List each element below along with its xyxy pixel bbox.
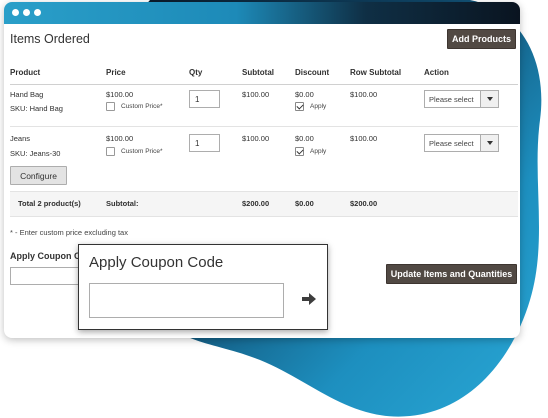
- totals-subtotal-value: $200.00: [242, 199, 270, 208]
- col-header-qty: Qty: [189, 68, 203, 77]
- qty-input[interactable]: 1: [189, 134, 220, 152]
- add-products-button[interactable]: Add Products: [447, 29, 516, 49]
- coupon-input-background[interactable]: [10, 267, 80, 285]
- subtotal-value: $100.00: [242, 90, 270, 99]
- chevron-down-icon: [480, 135, 498, 151]
- col-header-discount: Discount: [295, 68, 330, 77]
- subtotal-value: $100.00: [242, 134, 270, 143]
- page-title: Items Ordered: [10, 32, 90, 46]
- arrow-right-icon[interactable]: [301, 291, 317, 307]
- custom-price-label: Custom Price*: [121, 148, 163, 155]
- price-value: $100.00: [106, 134, 134, 143]
- product-name: Hand Bag: [10, 90, 44, 99]
- apply-discount-checkbox[interactable]: [295, 102, 304, 111]
- configure-button[interactable]: Configure: [10, 166, 67, 185]
- coupon-title: Apply Coupon Code: [89, 254, 224, 271]
- discount-value: $0.00: [295, 90, 314, 99]
- action-select[interactable]: Please select: [424, 90, 499, 108]
- col-header-product: Product: [10, 68, 41, 77]
- price-value: $100.00: [106, 90, 134, 99]
- coupon-zoom-panel: Apply Coupon Code: [78, 244, 328, 330]
- col-header-action: Action: [424, 68, 449, 77]
- window-dot-icon: [12, 9, 19, 16]
- totals-subtotal-label: Subtotal:: [106, 199, 139, 208]
- col-header-row-subtotal: Row Subtotal: [350, 68, 402, 77]
- header-divider: [10, 84, 518, 85]
- custom-price-checkbox[interactable]: [106, 147, 115, 156]
- window-dot-icon: [23, 9, 30, 16]
- totals-label: Total 2 product(s): [18, 199, 81, 208]
- col-header-subtotal: Subtotal: [242, 68, 274, 77]
- window-dot-icon: [34, 9, 41, 16]
- action-select-value: Please select: [429, 95, 474, 104]
- custom-price-checkbox[interactable]: [106, 102, 115, 111]
- product-sku: SKU: Hand Bag: [10, 104, 63, 113]
- custom-price-note: * - Enter custom price excluding tax: [10, 228, 128, 237]
- discount-value: $0.00: [295, 134, 314, 143]
- apply-discount-checkbox[interactable]: [295, 147, 304, 156]
- coupon-label: Apply Coupon Code: [10, 251, 78, 261]
- product-name: Jeans: [10, 134, 31, 143]
- action-select-value: Please select: [429, 139, 474, 148]
- row-subtotal-value: $100.00: [350, 134, 378, 143]
- apply-label: Apply: [310, 103, 327, 110]
- update-items-button[interactable]: Update Items and Quantities: [386, 264, 517, 284]
- row-subtotal-value: $100.00: [350, 90, 378, 99]
- custom-price-label: Custom Price*: [121, 103, 163, 110]
- col-header-price: Price: [106, 68, 126, 77]
- product-sku: SKU: Jeans-30: [10, 149, 61, 158]
- chevron-down-icon: [480, 91, 498, 107]
- action-select[interactable]: Please select: [424, 134, 499, 152]
- qty-input[interactable]: 1: [189, 90, 220, 108]
- totals-row-subtotal-value: $200.00: [350, 199, 378, 208]
- window-titlebar: [4, 2, 520, 24]
- row-divider: [10, 126, 518, 127]
- apply-label: Apply: [310, 148, 327, 155]
- totals-discount-value: $0.00: [295, 199, 314, 208]
- coupon-code-input[interactable]: [89, 283, 284, 318]
